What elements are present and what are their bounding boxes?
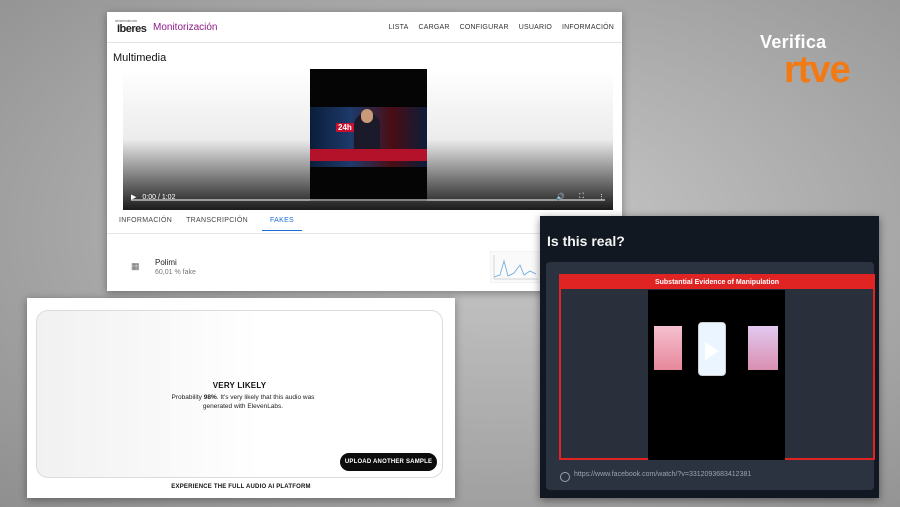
more-options-icon[interactable]: ⋮ [598,193,605,201]
link-icon [560,472,570,482]
channel-badge: 24h [336,123,354,132]
tab-informacion[interactable]: INFORMACIÓN [119,217,172,231]
video-controls: ▶ 0:00 / 1:02 🔊 ⛶ ⋮ [123,184,613,210]
logo-rtve-text: rtve [784,49,851,91]
manipulation-title: Substantial Evidence of Manipulation [561,276,873,289]
play-icon[interactable] [705,342,719,360]
audio-classifier-panel: VERY LIKELY Probability 98%. It's very l… [27,298,455,498]
video-player[interactable]: 24h ▶ 0:00 / 1:02 🔊 ⛶ ⋮ [123,69,613,210]
chart-icon: ▦ [131,261,140,271]
top-nav: LISTA CARGAR CONFIGURAR USUARIO INFORMAC… [389,24,614,31]
tab-fakes[interactable]: FAKES [261,217,303,231]
upload-another-sample-button[interactable]: UPLOAD ANOTHER SAMPLE [340,453,437,471]
tab-transcripcion[interactable]: TRANSCRIPCIÓN [186,217,248,231]
fake-percentage: 60,01 % fake [155,269,196,276]
video-frame: 24h [310,69,427,201]
lower-third [310,149,427,161]
app-title: Monitorización [153,21,218,33]
fake-score-thumbnail[interactable] [490,251,542,283]
nav-cargar[interactable]: CARGAR [419,24,450,31]
verifica-rtve-logo: Verifica rtve [760,32,870,104]
nav-lista[interactable]: LISTA [389,24,409,31]
page-title: Multimedia [113,52,167,64]
nav-informacion[interactable]: INFORMACIÓN [562,24,614,31]
app-header: observatorio Iberes Monitorización LISTA… [107,12,622,43]
platform-cta[interactable]: EXPERIENCE THE FULL AUDIO AI PLATFORM [27,484,455,490]
verdict-description: Probability 98%. It's very likely that t… [163,393,323,411]
fullscreen-icon[interactable]: ⛶ [579,193,584,201]
nav-usuario[interactable]: USUARIO [519,24,552,31]
nav-configurar[interactable]: CONFIGURAR [460,24,509,31]
result-card: VERY LIKELY Probability 98%. It's very l… [36,310,443,478]
volume-icon[interactable]: 🔊 [556,193,565,201]
manipulation-result: Substantial Evidence of Manipulation [559,274,875,460]
probability-value: 98% [203,394,217,401]
blurred-side-left [654,326,682,370]
verdict-label: VERY LIKELY [212,381,267,390]
blurred-side-right [748,326,778,370]
panel-question: Is this real? [547,233,625,249]
description-text: . It's very likely that this audio was g… [202,394,315,410]
play-icon[interactable]: ▶ [131,193,136,201]
iberes-logo[interactable]: observatorio Iberes [115,18,147,36]
news-still: 24h [310,107,427,167]
video-thumbnail[interactable] [648,290,785,460]
probability-label: Probability [171,394,202,401]
anchor-head [361,109,373,123]
result-container: Substantial Evidence of Manipulation htt… [546,262,875,490]
video-time: 0:00 / 1:02 [142,193,176,201]
source-link[interactable]: https://www.facebook.com/watch/?v=331209… [574,471,751,478]
deepfake-checker-panel: Is this real? Substantial Evidence of Ma… [540,216,879,498]
detail-tabs: INFORMACIÓN TRANSCRIPCIÓN FAKES [119,217,303,231]
fake-detector-name: Polimi [155,258,177,267]
